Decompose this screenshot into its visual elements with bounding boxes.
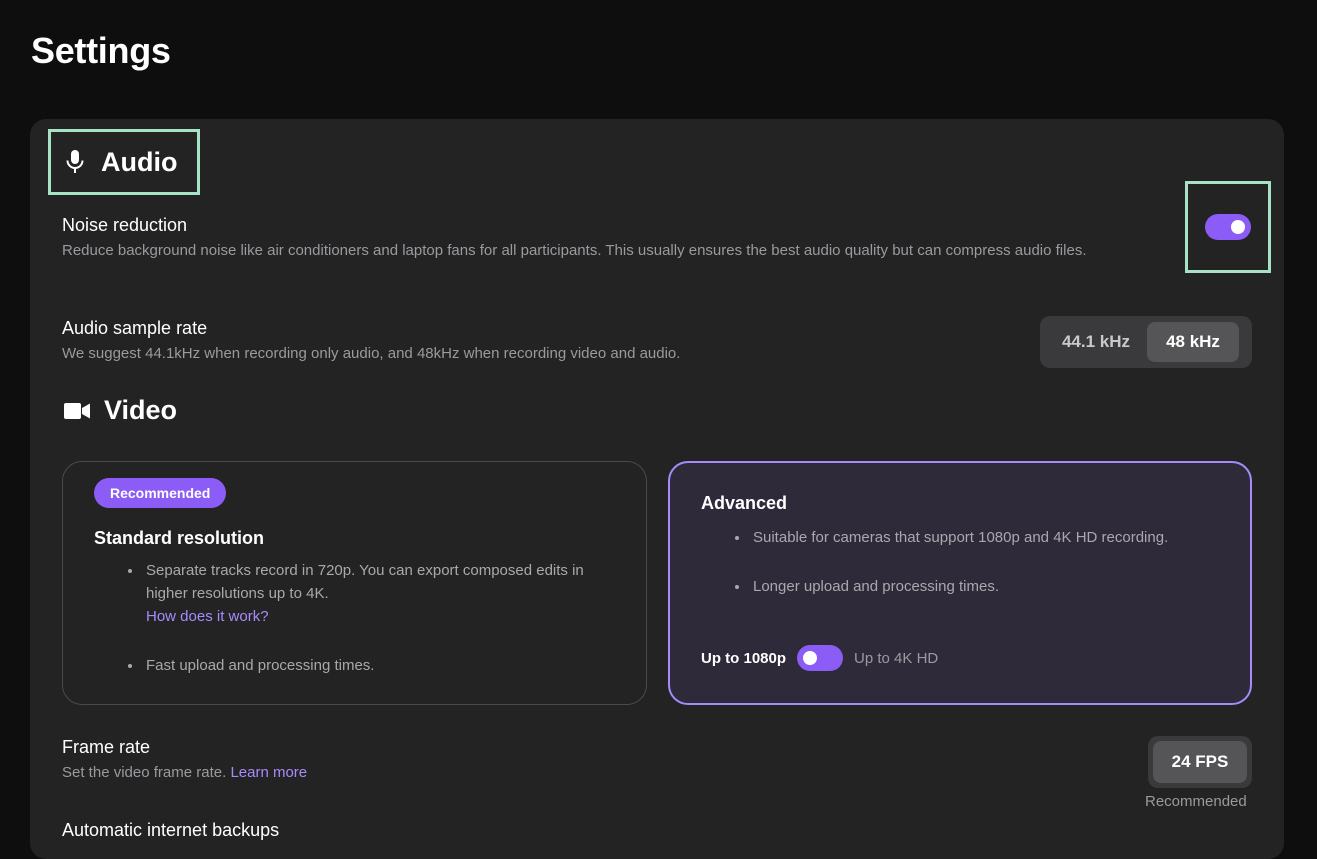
advanced-bullet-1: Suitable for cameras that support 1080p … — [753, 529, 1169, 546]
video-heading-label: Video — [104, 395, 178, 425]
settings-card: Audio Noise reduction Reduce background … — [30, 119, 1284, 859]
noise-reduction-toggle[interactable] — [1205, 214, 1251, 240]
learn-more-link[interactable]: Learn more — [230, 764, 307, 781]
standard-resolution-card[interactable]: Recommended Standard resolution Separate… — [62, 461, 647, 705]
list-item: Separate tracks record in 720p. You can … — [126, 559, 616, 628]
standard-bullet-1: Separate tracks record in 720p. You can … — [146, 562, 584, 602]
video-section-heading: Video — [64, 395, 177, 426]
list-item: Fast upload and processing times. — [126, 654, 616, 677]
frame-rate-description: Set the video frame rate. Learn more — [62, 761, 307, 784]
standard-resolution-title: Standard resolution — [94, 528, 265, 548]
up-to-1080p-label: Up to 1080p — [701, 649, 787, 667]
sample-rate-option-44[interactable]: 44.1 kHz — [1045, 322, 1147, 362]
advanced-title: Advanced — [701, 493, 788, 513]
advanced-bullets: Suitable for cameras that support 1080p … — [733, 526, 1223, 598]
frame-rate-title: Frame rate — [62, 737, 151, 757]
standard-bullets: Separate tracks record in 720p. You can … — [126, 559, 616, 677]
microphone-icon — [65, 149, 85, 175]
frame-rate-recommended-note: Recommended — [1145, 793, 1247, 810]
noise-reduction-title: Noise reduction — [62, 215, 188, 235]
toggle-knob — [1231, 220, 1245, 234]
sample-rate-title: Audio sample rate — [62, 318, 208, 338]
resolution-toggle[interactable] — [797, 645, 844, 671]
sample-rate-selector: 44.1 kHz 48 kHz — [1040, 316, 1252, 368]
list-item: Longer upload and processing times. — [733, 575, 1223, 598]
frame-rate-selector: 24 FPS — [1148, 736, 1252, 788]
how-does-it-work-link[interactable]: How does it work? — [146, 608, 269, 625]
toggle-knob — [803, 651, 818, 665]
advanced-card[interactable]: Advanced Suitable for cameras that suppo… — [668, 461, 1252, 705]
advanced-bullet-2: Longer upload and processing times. — [753, 578, 999, 595]
video-camera-icon — [64, 402, 90, 420]
standard-bullet-2: Fast upload and processing times. — [146, 657, 375, 674]
resolution-toggle-row: Up to 1080p Up to 4K HD — [701, 645, 938, 671]
noise-reduction-description: Reduce background noise like air conditi… — [62, 242, 1087, 259]
frame-rate-option-24[interactable]: 24 FPS — [1153, 741, 1247, 783]
recommended-badge: Recommended — [94, 478, 227, 508]
up-to-4k-label: Up to 4K HD — [854, 649, 939, 667]
page-title: Settings — [31, 30, 171, 71]
sample-rate-description: We suggest 44.1kHz when recording only a… — [62, 345, 681, 362]
frame-rate-description-text: Set the video frame rate. — [62, 764, 227, 781]
list-item: Suitable for cameras that support 1080p … — [733, 526, 1223, 549]
backups-title: Automatic internet backups — [62, 820, 280, 840]
audio-section-heading: Audio — [48, 129, 200, 195]
sample-rate-option-48[interactable]: 48 kHz — [1147, 322, 1239, 362]
audio-heading-label: Audio — [101, 146, 178, 177]
